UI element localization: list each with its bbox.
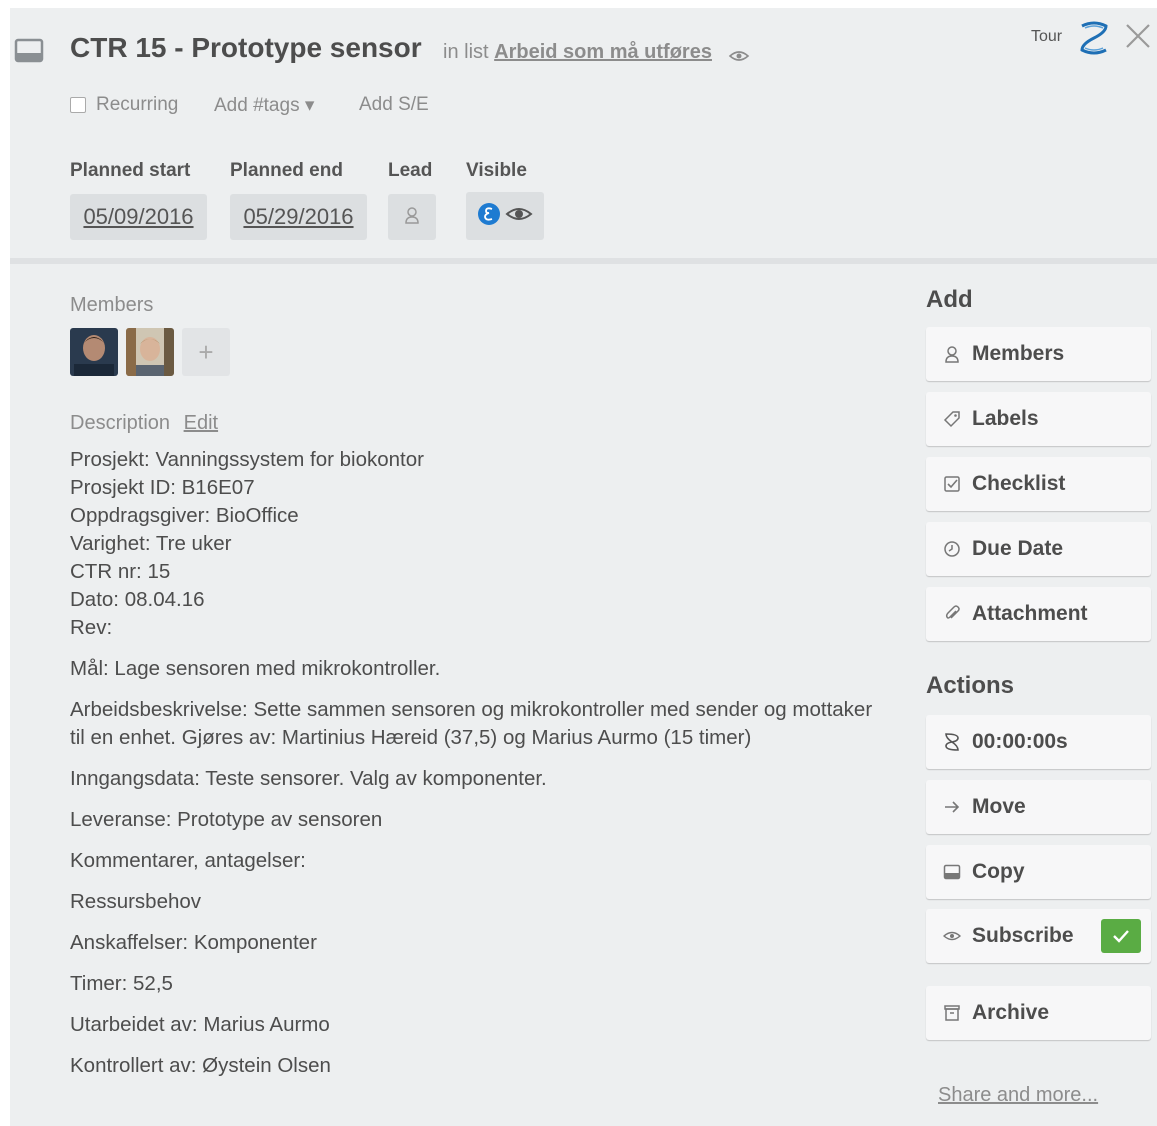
card-title[interactable]: CTR 15 - Prototype sensor	[70, 32, 422, 64]
eye-icon	[942, 926, 962, 946]
close-icon[interactable]	[1124, 22, 1152, 50]
watch-eye-icon	[728, 46, 750, 61]
add-checklist-button[interactable]: Checklist	[926, 457, 1151, 511]
person-icon	[404, 206, 420, 229]
timer-button[interactable]: 00:00:00s	[926, 715, 1151, 769]
member-avatar[interactable]	[70, 328, 118, 376]
members-label: Members	[70, 294, 154, 316]
actions-heading: Actions	[926, 672, 1015, 699]
tag-icon	[942, 409, 962, 429]
archive-button[interactable]: Archive	[926, 986, 1151, 1040]
description-body: Prosjekt: Vanningssystem for biokontor P…	[70, 446, 890, 1093]
add-member-button[interactable]: +	[182, 328, 230, 376]
in-list-prefix: in list	[443, 41, 489, 63]
description-line: Oppdragsgiver: BioOffice	[70, 504, 299, 527]
planned-end-field[interactable]: 05/29/2016	[230, 194, 367, 240]
card-header: CTR 15 - Prototype sensor in list Arbeid…	[10, 8, 1157, 258]
eye-icon	[505, 205, 533, 228]
description-paragraph: Kommentarer, antagelser:	[70, 849, 306, 872]
copy-button[interactable]: Copy	[926, 845, 1151, 899]
tour-icon[interactable]	[1076, 20, 1112, 58]
button-label: Subscribe	[972, 924, 1074, 947]
hourglass-icon	[942, 732, 962, 752]
clock-icon	[942, 539, 962, 559]
description-paragraph: Utarbeidet av: Marius Aurmo	[70, 1013, 330, 1036]
description-line: Varighet: Tre uker	[70, 532, 232, 555]
checklist-icon	[942, 474, 962, 494]
description-paragraph: Kontrollert av: Øystein Olsen	[70, 1054, 331, 1077]
card-main: Members + Description Edit Prosjekt: Van…	[10, 264, 1157, 1126]
recurring-label: Recurring	[96, 94, 179, 115]
description-paragraph: Timer: 52,5	[70, 972, 173, 995]
button-label: Copy	[972, 860, 1025, 883]
button-label: Members	[972, 342, 1065, 365]
move-button[interactable]: Move	[926, 780, 1151, 834]
card-copy-icon	[942, 862, 962, 882]
add-members-button[interactable]: Members	[926, 327, 1151, 381]
member-avatar[interactable]	[126, 328, 174, 376]
add-heading: Add	[926, 286, 973, 313]
button-label: Labels	[972, 407, 1039, 430]
description-line: Rev:	[70, 616, 113, 639]
description-line: Prosjekt: Vanningssystem for biokontor	[70, 448, 424, 471]
list-reference: in list Arbeid som må utføres	[443, 41, 750, 64]
description-paragraph: Arbeidsbeskrivelse: Sette sammen sensore…	[70, 698, 873, 749]
share-and-more-link[interactable]: Share and more...	[938, 1084, 1098, 1107]
timer-label: 00:00:00s	[972, 730, 1068, 753]
description-paragraph: Anskaffelser: Komponenter	[70, 931, 317, 954]
planned-end-label: Planned end	[230, 160, 343, 181]
planned-start-label: Planned start	[70, 160, 191, 181]
description-paragraph: Inngangsdata: Teste sensorer. Valg av ko…	[70, 767, 547, 790]
description-header-block: Prosjekt: Vanningssystem for biokontor P…	[70, 446, 890, 642]
add-labels-button[interactable]: Labels	[926, 392, 1151, 446]
person-icon	[942, 344, 962, 364]
lead-picker[interactable]	[388, 194, 436, 240]
description-line: CTR nr: 15	[70, 560, 171, 583]
list-link[interactable]: Arbeid som må utføres	[494, 41, 712, 63]
button-label: Checklist	[972, 472, 1066, 495]
description-line: Dato: 08.04.16	[70, 588, 205, 611]
add-due-date-button[interactable]: Due Date	[926, 522, 1151, 576]
button-label: Attachment	[972, 602, 1088, 625]
add-tags-dropdown[interactable]: Add #tags ▾	[214, 94, 314, 117]
description-paragraph: Leveranse: Prototype av sensoren	[70, 808, 383, 831]
visibility-toggle[interactable]	[466, 192, 544, 240]
card-detail-window: CTR 15 - Prototype sensor in list Arbeid…	[10, 8, 1157, 1126]
recurring-checkbox[interactable]	[70, 97, 86, 113]
description-paragraph: Mål: Lage sensoren med mikrokontroller.	[70, 657, 441, 680]
tour-link[interactable]: Tour	[1031, 28, 1062, 46]
recurring-option[interactable]: Recurring	[70, 94, 178, 116]
visible-label: Visible	[466, 160, 527, 181]
description-header: Description Edit	[70, 412, 218, 435]
add-se-link[interactable]: Add S/E	[359, 94, 429, 116]
card-icon	[14, 38, 46, 64]
description-paragraph: Ressursbehov	[70, 890, 202, 913]
archive-icon	[942, 1003, 962, 1023]
add-attachment-button[interactable]: Attachment	[926, 587, 1151, 641]
button-label: Move	[972, 795, 1026, 818]
paperclip-icon	[942, 604, 962, 624]
button-label: Due Date	[972, 537, 1064, 560]
planned-start-field[interactable]: 05/09/2016	[70, 194, 207, 240]
description-edit-link[interactable]: Edit	[184, 412, 218, 434]
description-line: Prosjekt ID: B16E07	[70, 476, 255, 499]
arrow-right-icon	[942, 797, 962, 817]
subscribed-check-icon	[1101, 919, 1141, 953]
subscribe-button[interactable]: Subscribe	[926, 909, 1151, 963]
visibility-badge-icon	[477, 202, 501, 231]
button-label: Archive	[972, 1001, 1050, 1024]
lead-label: Lead	[388, 160, 433, 181]
description-label: Description	[70, 412, 171, 434]
